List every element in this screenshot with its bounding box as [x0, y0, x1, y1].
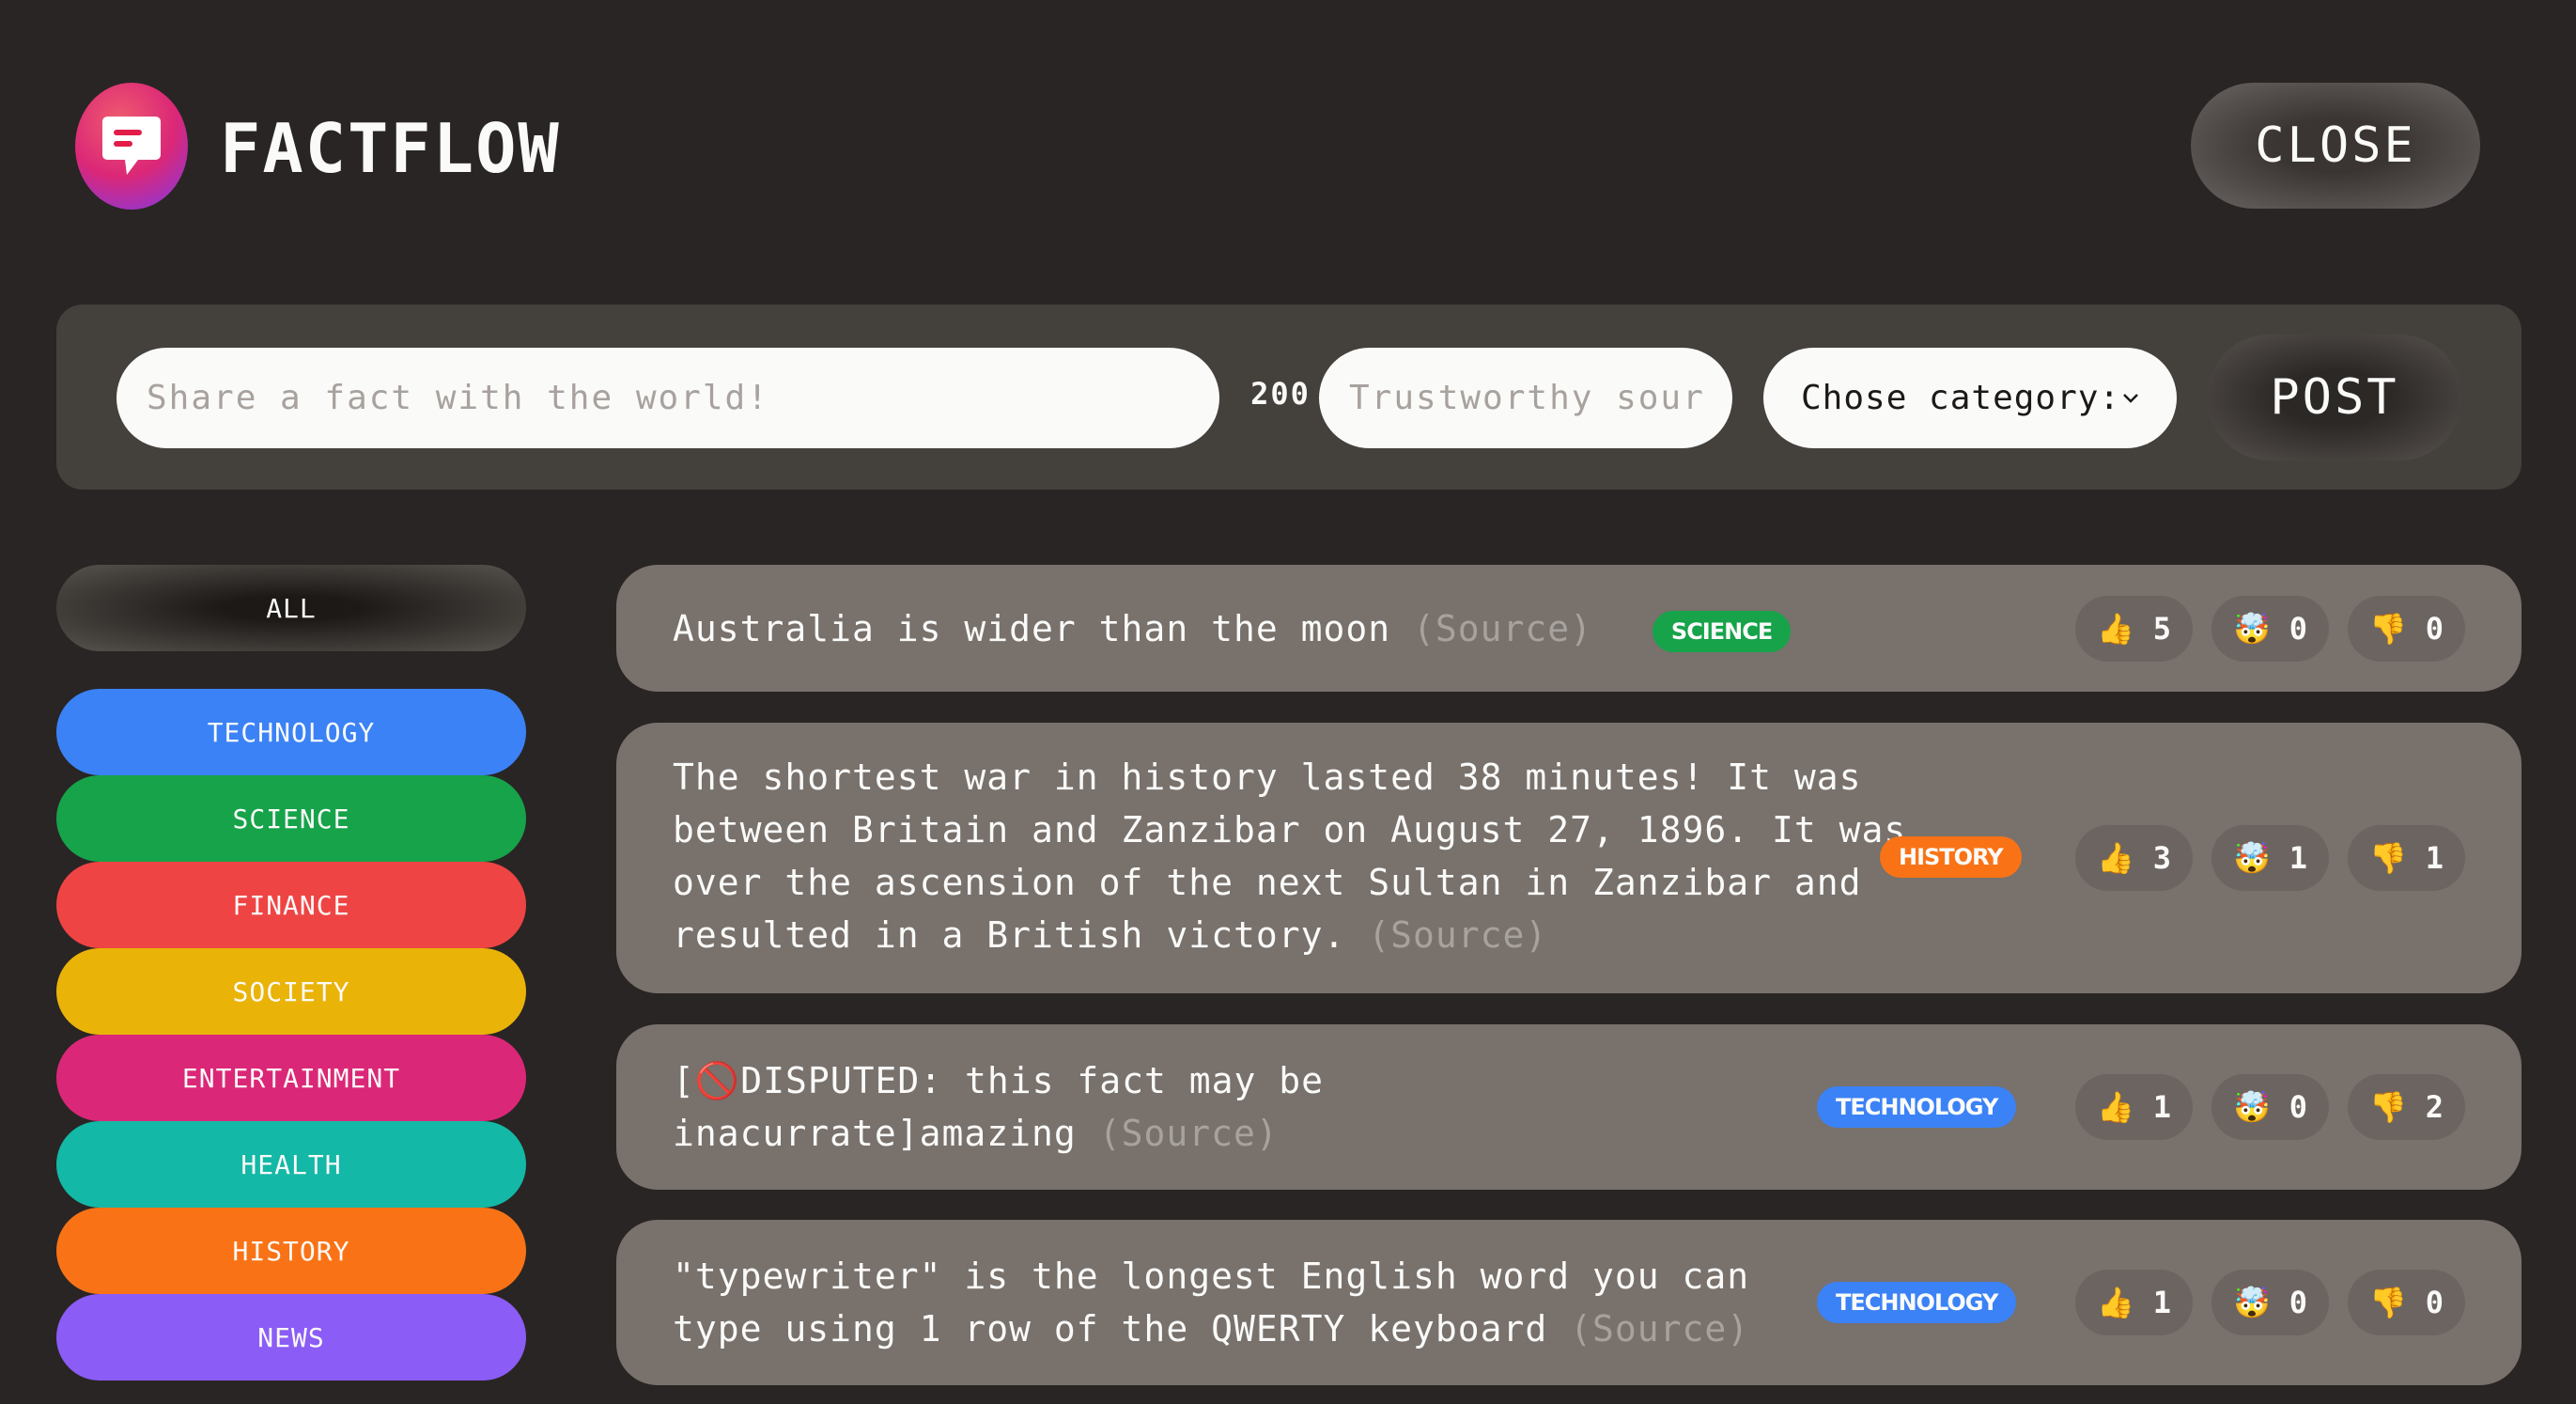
- mind-blown-icon: 🤯: [2232, 840, 2271, 876]
- thumbs-down-icon: 👎: [2368, 840, 2407, 876]
- vote-buttons: 👍 5 🤯 0 👎 0: [2075, 596, 2465, 662]
- thumbs-up-icon: 👍: [2096, 611, 2134, 647]
- app-logo: [75, 83, 188, 210]
- vote-false-button[interactable]: 👎 2: [2348, 1074, 2465, 1140]
- fact-category-tag: TECHNOLOGY: [1817, 1086, 2017, 1128]
- new-fact-form: 200 Chose category: POST: [56, 304, 2522, 490]
- category-health-button[interactable]: health: [56, 1121, 526, 1208]
- vote-count: 1: [2152, 1089, 2172, 1125]
- vote-count: 1: [2289, 840, 2308, 876]
- vote-count: 0: [2425, 611, 2444, 647]
- vote-interesting-button[interactable]: 👍 5: [2075, 596, 2193, 662]
- fact-source-link[interactable]: (Source): [1099, 1113, 1279, 1154]
- thumbs-down-icon: 👎: [2368, 611, 2407, 647]
- fact-item: [🚫DISPUTED: this fact may be inacurrate]…: [616, 1024, 2522, 1190]
- category-news-button[interactable]: news: [56, 1294, 526, 1381]
- category-all-button[interactable]: ALL: [56, 565, 526, 651]
- chevron-down-icon: [2123, 393, 2138, 403]
- source-input[interactable]: [1319, 348, 1732, 448]
- fact-category-tag: TECHNOLOGY: [1817, 1282, 2017, 1323]
- vote-buttons: 👍 1 🤯 0 👎 2: [2075, 1074, 2465, 1140]
- vote-false-button[interactable]: 👎 0: [2348, 1270, 2465, 1335]
- thumbs-up-icon: 👍: [2096, 1285, 2134, 1320]
- fact-item: The shortest war in history lasted 38 mi…: [616, 723, 2522, 993]
- fact-category-tag: HISTORY: [1880, 836, 2022, 878]
- fact-body: Australia is wider than the moon: [673, 608, 1391, 649]
- category-select-label: Chose category:: [1801, 379, 2121, 417]
- vote-count: 1: [2152, 1285, 2172, 1320]
- fact-source-link[interactable]: (Source): [1570, 1308, 1749, 1349]
- vote-mindblowing-button[interactable]: 🤯 1: [2211, 825, 2329, 891]
- category-finance-button[interactable]: finance: [56, 862, 526, 948]
- app-title: FACTFLOW: [220, 109, 561, 188]
- category-science-button[interactable]: science: [56, 775, 526, 862]
- fact-text: Australia is wider than the moon (Source…: [673, 602, 1792, 655]
- mind-blown-icon: 🤯: [2232, 1089, 2271, 1125]
- chat-bubble-icon: [75, 83, 188, 210]
- vote-false-button[interactable]: 👎 0: [2348, 596, 2465, 662]
- category-select[interactable]: Chose category:: [1763, 348, 2177, 448]
- fact-source-link[interactable]: (Source): [1413, 608, 1592, 649]
- fact-text: [🚫DISPUTED: this fact may be inacurrate]…: [673, 1054, 1518, 1160]
- mind-blown-icon: 🤯: [2232, 1285, 2271, 1320]
- vote-count: 1: [2425, 840, 2444, 876]
- fact-body: The shortest war in history lasted 38 mi…: [673, 757, 1907, 956]
- vote-count: 5: [2152, 611, 2172, 647]
- mind-blown-icon: 🤯: [2232, 611, 2271, 647]
- thumbs-down-icon: 👎: [2368, 1285, 2407, 1320]
- fact-item: "typewriter" is the longest English word…: [616, 1220, 2522, 1385]
- category-society-button[interactable]: society: [56, 948, 526, 1035]
- fact-source-link[interactable]: (Source): [1368, 914, 1547, 956]
- vote-count: 2: [2425, 1089, 2444, 1125]
- vote-count: 0: [2289, 1089, 2308, 1125]
- vote-interesting-button[interactable]: 👍 1: [2075, 1270, 2193, 1335]
- vote-false-button[interactable]: 👎 1: [2348, 825, 2465, 891]
- post-button[interactable]: POST: [2207, 335, 2462, 460]
- vote-count: 0: [2425, 1285, 2444, 1320]
- close-button[interactable]: CLOSE: [2191, 83, 2480, 209]
- thumbs-up-icon: 👍: [2096, 840, 2134, 876]
- vote-count: 0: [2289, 611, 2308, 647]
- vote-interesting-button[interactable]: 👍 1: [2075, 1074, 2193, 1140]
- fact-item: Australia is wider than the moon (Source…: [616, 565, 2522, 692]
- vote-buttons: 👍 1 🤯 0 👎 0: [2075, 1270, 2465, 1335]
- vote-buttons: 👍 3 🤯 1 👎 1: [2075, 825, 2465, 891]
- vote-mindblowing-button[interactable]: 🤯 0: [2211, 1074, 2329, 1140]
- vote-interesting-button[interactable]: 👍 3: [2075, 825, 2193, 891]
- category-entertainment-button[interactable]: entertainment: [56, 1035, 526, 1121]
- fact-category-tag: SCIENCE: [1652, 610, 1792, 652]
- header: FACTFLOW CLOSE: [75, 83, 2501, 210]
- vote-count: 0: [2289, 1285, 2308, 1320]
- category-history-button[interactable]: history: [56, 1208, 526, 1294]
- vote-mindblowing-button[interactable]: 🤯 0: [2211, 596, 2329, 662]
- vote-count: 3: [2152, 840, 2172, 876]
- thumbs-down-icon: 👎: [2368, 1089, 2407, 1125]
- vote-mindblowing-button[interactable]: 🤯 0: [2211, 1270, 2329, 1335]
- category-technology-button[interactable]: technology: [56, 689, 526, 775]
- fact-text: "typewriter" is the longest English word…: [673, 1250, 1762, 1355]
- fact-text: The shortest war in history lasted 38 mi…: [673, 751, 1913, 961]
- thumbs-up-icon: 👍: [2096, 1089, 2134, 1125]
- fact-text-input[interactable]: [116, 348, 1219, 448]
